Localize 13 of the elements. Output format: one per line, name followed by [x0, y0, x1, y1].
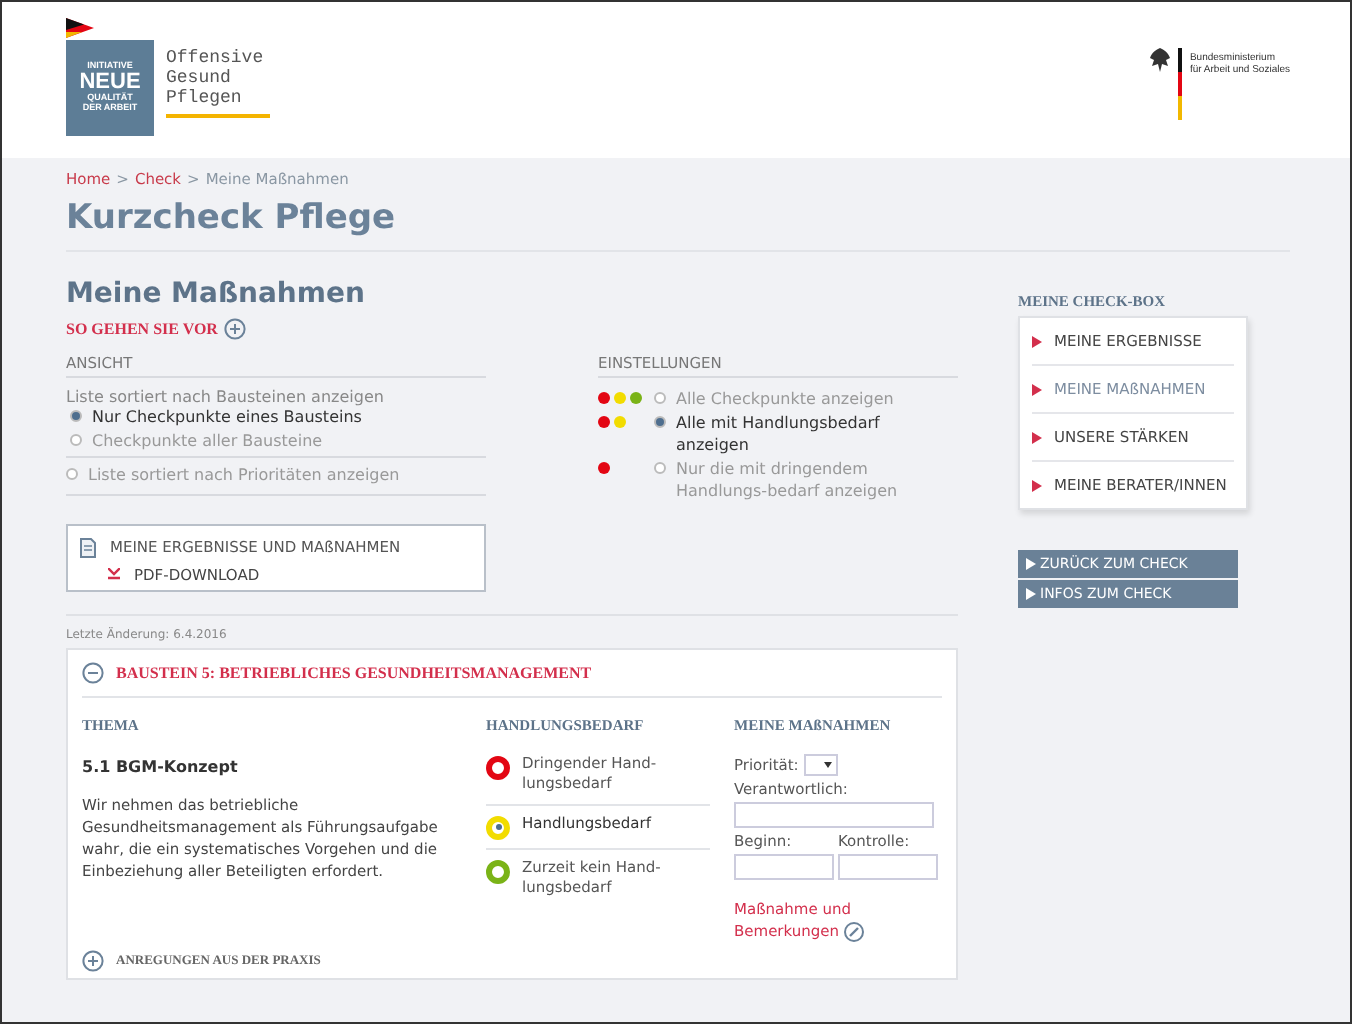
settings-radio-option[interactable]: Alle Checkpunkte anzeigen: [654, 388, 894, 412]
topic-title: 5.1 BGM-Konzept: [82, 757, 240, 776]
module-header[interactable]: BAUSTEIN 5: BETRIEBLICHES GESUNDHEITSMANAGEMENT: [82, 649, 942, 698]
offensive-logo: Offensive Gesund Pflegen: [166, 22, 270, 118]
settings-radio-option[interactable]: Alle mit Handlungsbedarf anzeigen: [654, 411, 936, 458]
section-title: Meine Maßnahmen: [66, 278, 367, 310]
view-subtitle: Liste sortiert nach Bausteinen anzeigen: [66, 388, 386, 406]
view-radio-option[interactable]: Checkpunkte aller Bausteine: [70, 429, 486, 453]
view-radio-option[interactable]: Nur Checkpunkte eines Bausteins: [70, 406, 486, 430]
view-radio-option[interactable]: Liste sortiert nach Prioritäten anzeigen: [66, 464, 486, 488]
how-to-link[interactable]: SO GEHEN SIE VOR: [66, 318, 958, 340]
settings-radio-option[interactable]: Nur die mit dringendem Handlungs-bedarf anzeigen: [654, 457, 936, 504]
page-title: Kurzcheck Pflege: [66, 198, 1290, 252]
